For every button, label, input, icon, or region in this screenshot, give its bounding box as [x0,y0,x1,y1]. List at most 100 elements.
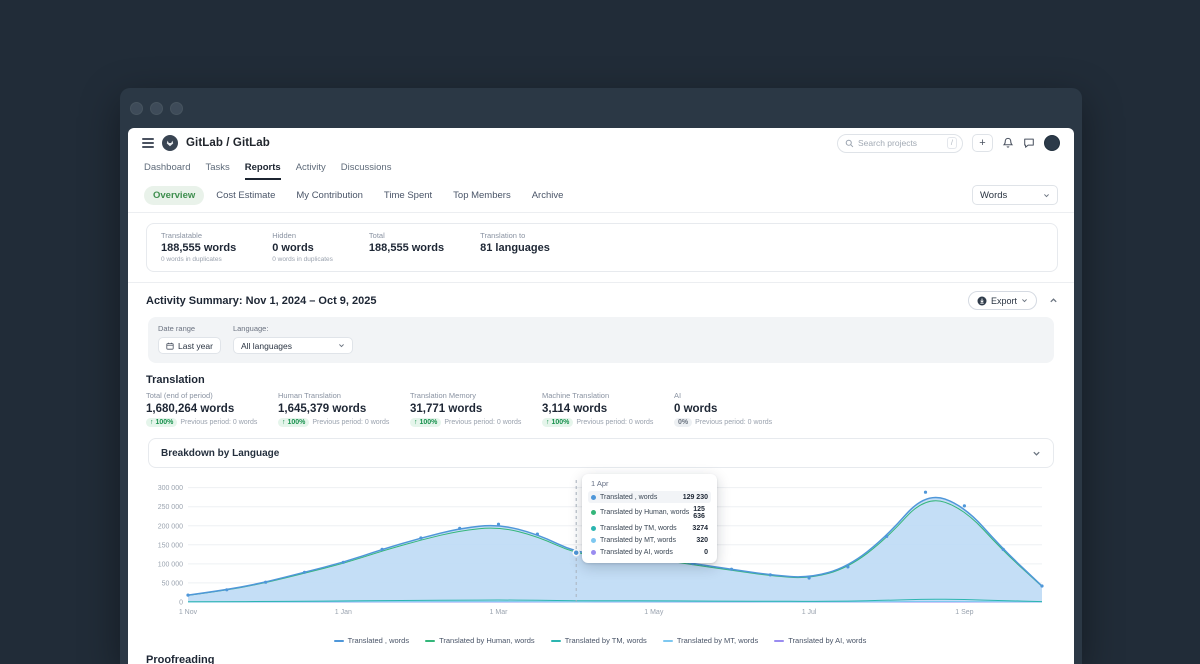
legend-label: Translated by AI, words [788,636,866,645]
tooltip-date: 1 Apr [591,479,711,488]
change-badge: 0% [674,418,692,427]
legend-item[interactable]: Translated by AI, words [774,636,866,645]
window-titlebar [120,88,1082,128]
svg-text:1 Nov: 1 Nov [179,609,198,616]
date-range-label: Date range [158,324,221,333]
stat-label: AI [674,391,806,400]
previous-period: Previous period: 0 words [180,419,257,426]
report-subnav: Overview Cost Estimate My Contribution T… [128,180,1074,213]
tooltip-series-label: Translated by MT, words [600,537,692,544]
tooltip-row: Translated by AI, words0 [588,546,711,558]
page-title: GitLab / GitLab [186,137,270,149]
search-input[interactable] [858,138,943,148]
subtab-cost-estimate[interactable]: Cost Estimate [207,186,284,205]
stat-label: Translatable [161,231,236,240]
stat-value: 31,771 words [410,403,542,415]
download-icon [977,296,987,306]
subtab-time-spent[interactable]: Time Spent [375,186,441,205]
chart-tooltip-rows: Translated , words129 230Translated by H… [588,491,711,558]
tooltip-row: Translated , words129 230 [588,491,711,503]
tab-discussions[interactable]: Discussions [341,162,392,180]
primary-nav: Dashboard Tasks Reports Activity Discuss… [128,158,1074,180]
stat-label: Translation Memory [410,391,542,400]
previous-period: Previous period: 0 words [576,419,653,426]
change-badge: ↑ 100% [542,418,573,427]
subtab-archive[interactable]: Archive [523,186,573,205]
legend-item[interactable]: Translated by MT, words [663,636,758,645]
filters-panel: Date range Last year Language: All langu… [148,317,1054,363]
previous-period: Previous period: 0 words [312,419,389,426]
stat-ai: AI 0 words 0%Previous period: 0 words [674,391,806,427]
stat-sub: 0 words in duplicates [272,256,333,263]
svg-text:200 000: 200 000 [158,523,183,530]
proofreading-section-title: Proofreading [128,645,1074,664]
stat-label: Hidden [272,231,333,240]
tab-dashboard[interactable]: Dashboard [144,162,190,180]
window-control-1[interactable] [130,102,143,115]
chevron-up-icon [1049,296,1058,305]
language-select[interactable]: All languages [233,337,353,354]
subtab-my-contribution[interactable]: My Contribution [287,186,372,205]
stat-value: 0 words [272,242,333,254]
svg-text:150 000: 150 000 [158,542,183,549]
window-control-2[interactable] [150,102,163,115]
breakdown-by-language-accordion[interactable]: Breakdown by Language [148,438,1054,468]
legend-item[interactable]: Translated , words [334,636,409,645]
units-select[interactable]: Words [972,185,1058,205]
collapse-section-button[interactable] [1049,296,1058,305]
tooltip-series-value: 0 [704,549,708,556]
tab-tasks[interactable]: Tasks [205,162,229,180]
menu-icon[interactable] [142,138,154,148]
messages-icon[interactable] [1023,137,1035,149]
svg-text:250 000: 250 000 [158,504,183,511]
previous-period: Previous period: 0 words [695,419,772,426]
stat-value: 188,555 words [161,242,236,254]
export-label: Export [991,296,1017,306]
user-avatar[interactable] [1044,135,1060,151]
date-range-button[interactable]: Last year [158,337,221,354]
window-control-3[interactable] [170,102,183,115]
legend-item[interactable]: Translated by Human, words [425,636,535,645]
export-button[interactable]: Export [968,291,1037,310]
subtab-top-members[interactable]: Top Members [444,186,520,205]
svg-text:1 Mar: 1 Mar [490,609,509,616]
tooltip-row: Translated by TM, words3274 [588,522,711,534]
tooltip-series-value: 125 636 [693,506,708,520]
stat-value: 1,645,379 words [278,403,410,415]
chevron-down-icon[interactable] [1032,449,1041,458]
tooltip-series-label: Translated by Human, words [600,509,689,516]
chart-tooltip: 1 Apr Translated , words129 230Translate… [582,474,717,563]
tooltip-series-value: 3274 [692,525,708,532]
create-new-button[interactable]: + [972,134,993,152]
series-dot-icon [591,510,596,515]
svg-text:1 Jul: 1 Jul [802,609,817,616]
svg-text:0: 0 [179,600,183,607]
series-dot-icon [591,550,596,555]
date-range-filter: Date range Last year [158,324,221,354]
project-avatar[interactable] [162,135,178,151]
svg-text:1 Sep: 1 Sep [955,609,973,616]
notifications-icon[interactable] [1002,137,1014,149]
tooltip-row: Translated by Human, words 125 636 [588,503,711,522]
stat-total: Total 188,555 words [369,231,444,263]
translation-section-title: Translation [128,363,1074,391]
svg-text:300 000: 300 000 [158,485,183,492]
series-dot-icon [591,495,596,500]
tab-activity[interactable]: Activity [296,162,326,180]
svg-text:50 000: 50 000 [162,580,184,587]
translation-stats: Total (end of period) 1,680,264 words ↑ … [128,391,1074,427]
browser-window: GitLab / GitLab / + Dashboard Tas [120,88,1082,664]
activity-summary-title: Activity Summary: Nov 1, 2024 – Oct 9, 2… [146,295,377,307]
tooltip-row: Translated by MT, words320 [588,534,711,546]
word-totals-card: Translatable 188,555 words 0 words in du… [146,223,1058,272]
svg-text:1 Jan: 1 Jan [335,609,352,616]
legend-label: Translated , words [348,636,409,645]
stat-machine-translation: Machine Translation 3,114 words ↑ 100%Pr… [542,391,674,427]
legend-label: Translated by TM, words [565,636,647,645]
search-box[interactable]: / [837,134,963,153]
date-range-value: Last year [178,341,213,351]
change-badge: ↑ 100% [410,418,441,427]
legend-item[interactable]: Translated by TM, words [551,636,647,645]
tab-reports[interactable]: Reports [245,162,281,180]
subtab-overview[interactable]: Overview [144,186,204,205]
